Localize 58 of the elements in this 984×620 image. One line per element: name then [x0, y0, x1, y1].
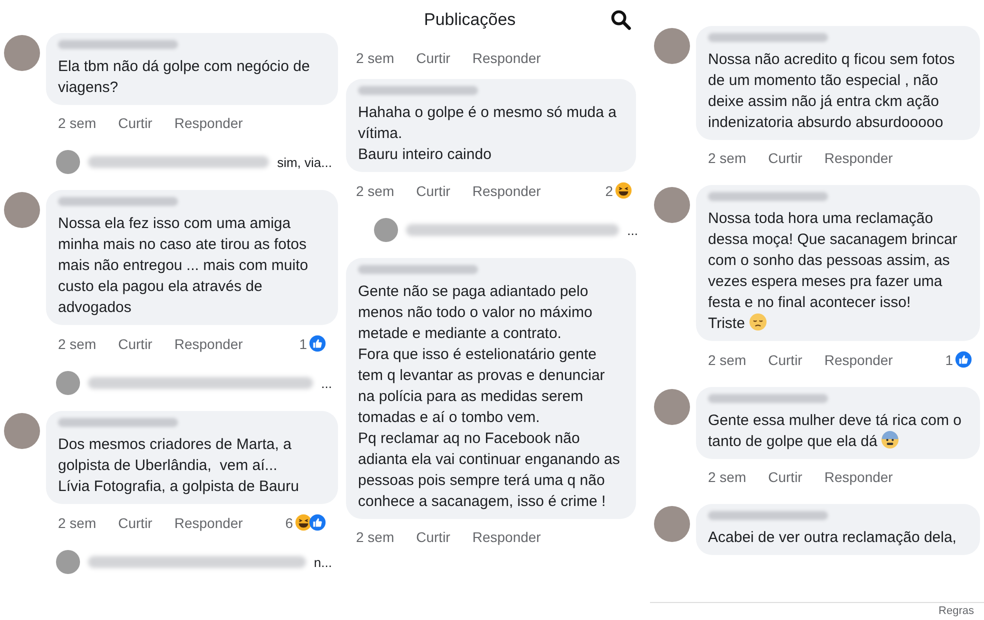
comment-time: 2 sem: [58, 514, 96, 530]
thumbs-up-icon: [309, 335, 326, 352]
reply-link[interactable]: Responder: [824, 352, 893, 368]
reaction-count: 1: [945, 352, 953, 368]
comment-time: 2 sem: [58, 336, 96, 352]
like-link[interactable]: Curtir: [118, 336, 152, 352]
reply-link[interactable]: Responder: [174, 336, 243, 352]
like-link[interactable]: Curtir: [118, 514, 152, 530]
reply-link[interactable]: Responder: [174, 115, 243, 131]
comment-text: Dos mesmos criadores de Marta, a golpista de Uberlândia, vem aí... Lívia Fotografia, a golpista de Bauru: [58, 435, 300, 497]
search-icon[interactable]: [610, 9, 632, 31]
reply-link[interactable]: Responder: [472, 529, 541, 545]
reply-preview-text: ...: [627, 222, 638, 238]
reply-preview-text: n...: [314, 554, 332, 570]
reaction-count: 1: [299, 336, 307, 352]
comment-text: Gente essa mulher deve tá rica com o tanto de golpe que ela dá: [708, 411, 962, 452]
like-link[interactable]: Curtir: [768, 469, 802, 485]
reply-link[interactable]: Responder: [174, 514, 243, 530]
laughing-face-icon: [295, 514, 312, 531]
comment-time: 2 sem: [708, 150, 746, 166]
reaction-count: 6: [285, 514, 293, 530]
comment-text: Hahaha o golpe é o mesmo só muda a vítima. Bauru inteiro caindo: [358, 103, 618, 165]
comment-time: 2 sem: [356, 50, 394, 66]
reaction-count: 2: [605, 182, 613, 198]
comment-text: Nossa ela fez isso com uma amiga minha mais no caso ate tirou as fotos mais não entregou ... mais com muito custo ela pagou ela através de advogados: [58, 214, 310, 318]
reply-link[interactable]: Responder: [472, 182, 541, 198]
like-link[interactable]: Curtir: [118, 115, 152, 131]
comment-time: 2 sem: [708, 469, 746, 485]
like-link[interactable]: Curtir: [768, 150, 802, 166]
comment-time: 2 sem: [356, 182, 394, 198]
thumbs-up-icon: [309, 514, 326, 531]
laughing-face-icon: [615, 182, 632, 199]
comment-time: 2 sem: [356, 529, 394, 545]
comment-text: Ela tbm não dá golpe com negócio de viagens?: [58, 57, 311, 98]
like-link[interactable]: Curtir: [416, 529, 450, 545]
page-title: Publicações: [424, 10, 516, 30]
comment-text: Acabei de ver outra reclamação dela,: [708, 528, 958, 548]
like-link[interactable]: Curtir: [416, 50, 450, 66]
sad-face-icon: [748, 313, 767, 331]
avatar-placeholder: [374, 218, 398, 242]
reply-link[interactable]: Responder: [824, 469, 893, 485]
fearful-face-icon: [881, 431, 900, 449]
reply-link[interactable]: Responder: [472, 50, 541, 66]
like-link[interactable]: Curtir: [768, 352, 802, 368]
reply-preview-text: sim, via...: [277, 154, 332, 170]
avatar-placeholder: [56, 150, 80, 174]
comment-time: 2 sem: [58, 115, 96, 131]
comment-text: Nossa toda hora uma reclamação dessa moça! Que sacanagem brincar com o sonho das pessoas assim, as vezes espera meses pra fazer uma festa e no final acontecer isso! Triste: [708, 209, 958, 334]
reply-preview-text: ...: [321, 376, 332, 390]
avatar-placeholder: [56, 550, 80, 574]
comment-text: Nossa não acredito q ficou sem fotos de um momento tão especial , não deixe assim não já entra ckm ação indenizatoria absurdo absurdooooo: [708, 50, 956, 133]
comment-text: Gente não se paga adiantado pelo menos não todo o valor no máximo metade e mediante a contrato. Fora que isso é estelionatário gente tem q levantar as provas e denunciar na polícia para as medidas serem tomadas e aí o tombo vem. Pq reclamar aq no Facebook não adianta ela vai continuar enganando as pessoas pois sempre terá uma q não conhece a sacanagem, isso é crime !: [358, 282, 621, 512]
comment-time: 2 sem: [708, 352, 746, 368]
rules-link[interactable]: Regras: [938, 605, 974, 620]
avatar-placeholder: [56, 371, 80, 395]
reply-link[interactable]: Responder: [824, 150, 893, 166]
like-link[interactable]: Curtir: [416, 182, 450, 198]
thumbs-up-icon: [955, 351, 972, 368]
